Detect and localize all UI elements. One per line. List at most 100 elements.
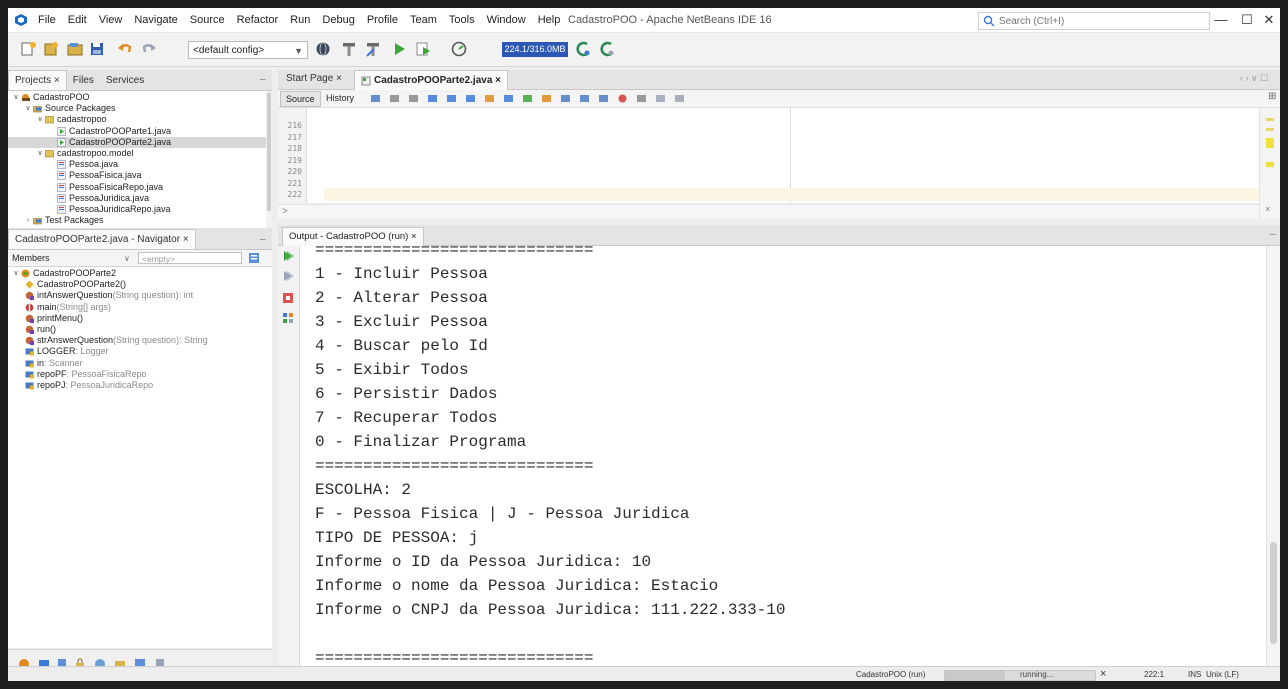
menu-run[interactable]: Run [284, 8, 316, 32]
close-button[interactable]: ✕ [1256, 8, 1280, 32]
memory-indicator[interactable]: 224.1/316.0MB [502, 42, 568, 57]
tree-item-cadastropooparte2-java[interactable]: CadastroPOOParte2.java [8, 136, 266, 148]
search-input[interactable] [995, 15, 1193, 27]
gc-run-icon[interactable] [598, 40, 616, 58]
project-tree-scrollbar[interactable] [266, 91, 272, 227]
menu-help[interactable]: Help [532, 8, 567, 32]
chevron-right-icon[interactable]: › [24, 215, 32, 226]
source-tab[interactable]: Source [280, 91, 321, 107]
output-console[interactable]: ============================= 1 - Incluir… [300, 246, 1266, 666]
save-all-icon[interactable] [88, 40, 106, 58]
menu-debug[interactable]: Debug [316, 8, 360, 32]
history-tab[interactable]: History [322, 91, 358, 105]
run-icon[interactable] [390, 40, 408, 58]
navigator-root-class[interactable]: ∨ CadastroPOOParte2 [8, 268, 272, 279]
profile-icon[interactable] [450, 40, 468, 58]
settings-icon[interactable] [282, 312, 294, 324]
config-selector[interactable]: <default config> ▼ [188, 41, 308, 59]
shift-left-icon[interactable] [579, 93, 590, 104]
tree-item-cadastropoo[interactable]: ∨ CadastroPOO [8, 92, 266, 103]
menu-refactor[interactable]: Refactor [231, 8, 285, 32]
toggle-bookmark-icon[interactable] [560, 93, 571, 104]
error-stripe[interactable]: × [1259, 108, 1280, 218]
next-bookmark-icon[interactable] [541, 93, 552, 104]
find-prev-icon[interactable] [427, 93, 438, 104]
code-editor[interactable] [307, 108, 1259, 203]
build-hammer-icon[interactable] [340, 40, 358, 58]
tree-item-test-packages[interactable]: › Test Packages [8, 215, 266, 226]
tree-item-cadastropoo[interactable]: ∨ cadastropoo [8, 114, 266, 125]
minimize-button[interactable]: — [1208, 8, 1234, 32]
tree-item-pessoafisica-java[interactable]: PessoaFisica.java [8, 170, 266, 181]
browser-globe-icon[interactable] [314, 40, 332, 58]
tree-item-source-packages[interactable]: ∨ Source Packages [8, 103, 266, 114]
menu-tools[interactable]: Tools [443, 8, 481, 32]
start-macro-icon[interactable] [617, 93, 628, 104]
new-file-icon[interactable] [42, 40, 60, 58]
menu-navigate[interactable]: Navigate [128, 8, 183, 32]
open-project-icon[interactable] [66, 40, 84, 58]
minimize-navigator-icon[interactable]: – [260, 234, 266, 245]
member-intanswerquestion[interactable]: intAnswerQuestion (String question) : int [8, 290, 272, 301]
rerun-icon[interactable] [282, 250, 294, 262]
toggle-highlight-icon[interactable] [484, 93, 495, 104]
member-stranswerquestion[interactable]: strAnswerQuestion (String question) : Str… [8, 335, 272, 346]
tree-item-cadastropoo-model[interactable]: ∨ cadastropoo.model [8, 148, 266, 159]
find-next-icon[interactable] [446, 93, 457, 104]
member-main[interactable]: main (String[] args) [8, 302, 272, 313]
tree-item-cadastropooparte1-java[interactable]: CadastroPOOParte1.java [8, 126, 266, 137]
chevron-down-icon[interactable]: ∨ [12, 92, 20, 103]
minimize-output-icon[interactable]: – [1270, 229, 1276, 240]
search-box[interactable] [978, 12, 1210, 30]
debug-icon[interactable] [414, 40, 432, 58]
minimize-panel-icon[interactable]: – [260, 74, 266, 85]
forward-icon[interactable] [408, 93, 419, 104]
cancel-task-button[interactable]: × [1100, 667, 1106, 681]
clean-build-icon[interactable] [364, 40, 382, 58]
filter-selector[interactable]: <empty> [138, 252, 242, 264]
gc-icon[interactable] [574, 40, 592, 58]
member-in[interactable]: in : Scanner [8, 358, 272, 369]
menu-file[interactable]: File [32, 8, 62, 32]
chevron-down-icon[interactable]: ∨ [36, 114, 44, 125]
filter-options-icon[interactable] [248, 252, 260, 264]
menu-view[interactable]: View [93, 8, 129, 32]
find-selection-icon[interactable] [465, 93, 476, 104]
tree-item-pessoafisicarepo-java[interactable]: PessoaFisicaRepo.java [8, 182, 266, 193]
tab-projects[interactable]: Projects × [8, 70, 67, 90]
tab-cadastropooparte2[interactable]: CadastroPOOParte2.java × [354, 70, 509, 90]
member-printmenu[interactable]: printMenu() [8, 313, 272, 324]
member-logger[interactable]: LOGGER : Logger [8, 346, 272, 357]
undo-icon[interactable] [116, 40, 134, 58]
member-cadastropooparte2[interactable]: CadastroPOOParte2() [8, 279, 272, 290]
shift-right-icon[interactable] [598, 93, 609, 104]
menu-source[interactable]: Source [184, 8, 231, 32]
comment-icon[interactable] [655, 93, 666, 104]
member-run[interactable]: run() [8, 324, 272, 335]
menu-window[interactable]: Window [481, 8, 532, 32]
rerun-different-icon[interactable] [282, 270, 294, 282]
new-project-icon[interactable] [20, 40, 38, 58]
prev-bookmark-icon[interactable] [522, 93, 533, 104]
tree-item-pessoajuridica-java[interactable]: PessoaJuridica.java [8, 193, 266, 204]
tree-item-pessoajuridicarepo-java[interactable]: PessoaJuridicaRepo.java [8, 204, 266, 215]
tab-start-page[interactable]: Start Page × [286, 73, 342, 84]
menu-team[interactable]: Team [404, 8, 443, 32]
menu-edit[interactable]: Edit [62, 8, 93, 32]
tab-navigator[interactable]: CadastroPOOParte2.java - Navigator × [8, 229, 196, 249]
members-selector[interactable]: Members ∨ [12, 252, 130, 265]
redo-icon[interactable] [140, 40, 158, 58]
breadcrumb[interactable]: > [278, 206, 288, 217]
chevron-down-icon[interactable]: ∨ [12, 268, 20, 279]
close-stripe-icon[interactable]: × [1265, 204, 1270, 214]
chevron-down-icon[interactable]: ∨ [24, 103, 32, 114]
editor-tab-nav-icons[interactable]: ‹ › ∨ ☐ [1240, 73, 1268, 84]
tab-output-run[interactable]: Output - CadastroPOO (run) × [282, 227, 424, 246]
tree-item-pessoa-java[interactable]: Pessoa.java [8, 159, 266, 170]
back-icon[interactable] [389, 93, 400, 104]
tab-services[interactable]: Services [100, 71, 150, 90]
member-repopj[interactable]: repoPJ : PessoaJuridicaRepo [8, 380, 272, 391]
last-edit-icon[interactable] [370, 93, 381, 104]
scroll-thumb[interactable] [1270, 542, 1277, 644]
output-scrollbar[interactable] [1266, 246, 1280, 666]
